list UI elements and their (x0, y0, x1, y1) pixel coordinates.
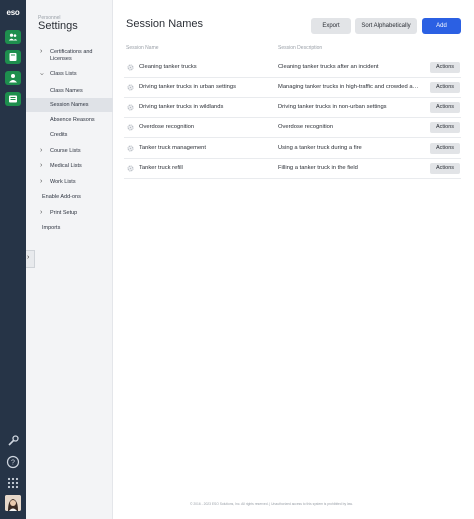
chevron-right-icon: › (40, 178, 43, 185)
reports-app-icon[interactable] (5, 92, 21, 106)
app-rail: eso ? (0, 0, 26, 519)
table-row: Driving tanker trucks in urban settings … (124, 78, 461, 98)
session-description-cell: Driving tanker trucks in non-urban setti… (278, 104, 387, 110)
table-row: Cleaning tanker trucks Cleaning tanker t… (124, 58, 461, 78)
session-name-cell: Driving tanker trucks in wildlands (139, 104, 224, 110)
app-grid-icon[interactable] (6, 476, 20, 490)
gear-icon[interactable] (127, 145, 134, 152)
people-app-icon[interactable] (5, 30, 21, 44)
nav-session-names[interactable]: Session Names (26, 98, 113, 112)
sidebar-title: Settings (38, 20, 78, 32)
settings-sidebar: Personnel Settings › Certifications and … (26, 0, 113, 519)
session-description-cell: Using a tanker truck during a fire (278, 145, 362, 151)
actions-button[interactable]: Actions (430, 102, 460, 113)
chevron-right-icon: › (40, 48, 43, 55)
gear-icon[interactable] (127, 165, 134, 172)
nav-credits[interactable]: Credits (26, 132, 113, 139)
chevron-right-icon: › (40, 162, 43, 169)
session-description-cell: Cleaning tanker trucks after an incident (278, 64, 379, 70)
book-app-icon[interactable] (5, 50, 21, 64)
tools-icon[interactable] (6, 434, 20, 448)
session-name-cell: Cleaning tanker trucks (139, 64, 197, 70)
column-header-session-description[interactable]: Session Description (278, 45, 322, 51)
table-row: Tanker truck management Using a tanker t… (124, 139, 461, 159)
nav-enable-add-ons[interactable]: Enable Add-ons (26, 194, 113, 201)
column-header-session-name[interactable]: Session Name (126, 45, 159, 51)
gear-icon[interactable] (127, 104, 134, 111)
nav-imports[interactable]: Imports (26, 225, 113, 232)
table-row: Tanker truck refill Filling a tanker tru… (124, 159, 461, 179)
chevron-right-icon: › (40, 147, 43, 154)
table-row: Driving tanker trucks in wildlands Drivi… (124, 98, 461, 118)
actions-button[interactable]: Actions (430, 82, 460, 93)
sort-alphabetically-button[interactable]: Sort Alphabetically (355, 18, 417, 34)
user-avatar[interactable] (5, 495, 21, 511)
nav-class-names[interactable]: Class Names (26, 86, 113, 96)
session-description-cell: Managing tanker trucks in high-traffic a… (278, 84, 420, 90)
chevron-right-icon: › (40, 209, 43, 216)
nav-medical-lists[interactable]: › Medical Lists (26, 162, 113, 170)
nav-absence-reasons[interactable]: Absence Reasons (26, 117, 113, 124)
table-row: Overdose recognition Overdose recognitio… (124, 118, 461, 138)
session-name-cell: Tanker truck management (139, 145, 207, 151)
chevron-down-icon: › (38, 72, 46, 76)
help-icon[interactable]: ? (6, 455, 20, 469)
page-title: Session Names (126, 18, 204, 30)
main-content: Session Names Export Sort Alphabetically… (113, 0, 474, 519)
gear-icon[interactable] (127, 124, 134, 131)
svg-text:?: ? (11, 460, 15, 467)
actions-button[interactable]: Actions (430, 163, 460, 174)
session-description-cell: Filling a tanker truck in the field (278, 165, 358, 171)
gear-icon[interactable] (127, 64, 134, 71)
chevron-right-icon: › (27, 254, 30, 261)
nav-class-lists[interactable]: › Class Lists (26, 71, 113, 78)
personnel-app-icon[interactable] (5, 71, 21, 85)
footer-copyright: © 2016 - 2023 ESO Solutions, Inc. All ri… (190, 502, 353, 506)
session-description-cell: Overdose recognition (278, 124, 334, 130)
add-button[interactable]: Add (422, 18, 461, 34)
nav-work-lists[interactable]: › Work Lists (26, 178, 113, 186)
actions-button[interactable]: Actions (430, 143, 460, 154)
session-name-cell: Tanker truck refill (139, 165, 183, 171)
eso-logo: eso (6, 8, 20, 17)
export-button[interactable]: Export (311, 18, 351, 34)
nav-print-setup[interactable]: › Print Setup (26, 209, 113, 217)
actions-button[interactable]: Actions (430, 122, 460, 133)
actions-button[interactable]: Actions (430, 62, 460, 73)
session-name-cell: Driving tanker trucks in urban settings (139, 84, 236, 90)
nav-certifications-and-licenses[interactable]: › Certifications and Licenses (26, 48, 113, 62)
gear-icon[interactable] (127, 84, 134, 91)
nav-course-lists[interactable]: › Course Lists (26, 147, 113, 155)
session-name-cell: Overdose recognition (139, 124, 195, 130)
sidebar-expand-toggle[interactable]: › (26, 250, 35, 268)
